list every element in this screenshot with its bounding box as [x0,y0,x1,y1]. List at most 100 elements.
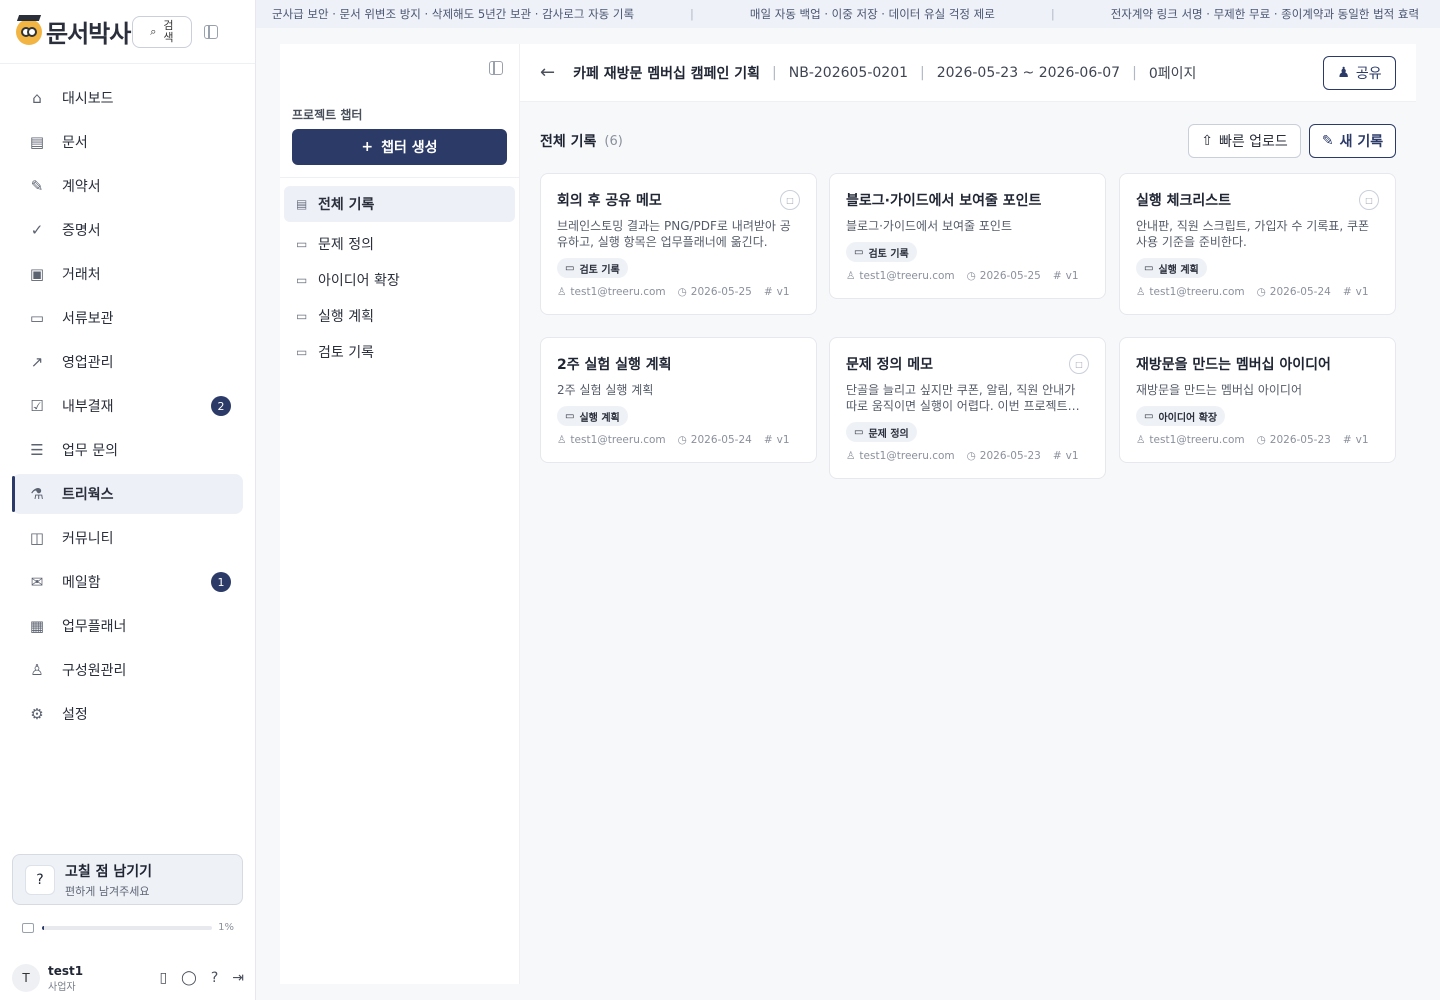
chapter-tag-label: 검토 기록 [579,264,620,276]
pin-icon[interactable]: □ [1069,354,1089,374]
home-icon: ⌂ [32,89,42,107]
chapter-item-label: 실행 계획 [318,309,374,325]
records-title: 전체 기록 [540,134,597,150]
folder-icon: ▭ [565,410,575,422]
pin-icon[interactable]: □ [780,190,800,210]
new-record-button[interactable]: ✎ 새 기록 [1309,124,1396,158]
card-author-email: test1@treeru.com [859,270,955,282]
folder-icon: ▭ [565,262,575,274]
banner-separator: | [1050,7,1055,21]
chapter-list: ▤ 전체 기록 ▭ 문제 정의 ▭ 아이디어 확장 ▭ 실행 계획 ▭ 검토 기록 [284,186,515,370]
support-icon[interactable]: ? [211,970,218,986]
logout-icon[interactable]: ⇥ [232,970,244,986]
sidebar-collapse-icon[interactable] [204,24,219,39]
record-card[interactable]: 블로그·가이드에서 보여줄 포인트 블로그·가이드에서 보여줄 포인트 ▭ 검토 기록… [829,173,1106,299]
storage-bar-fill [42,925,44,930]
chapter-item-3[interactable]: ▭ 실행 계획 [284,298,515,334]
card-description: 브레인스토밍 결과는 PNG/PDF로 내려받아 공유하고, 실행 항목은 업무… [557,219,791,249]
partner-icon: ▣ [29,265,45,283]
record-card[interactable]: 재방문을 만드는 멤버십 아이디어 재방문을 만드는 멤버십 아이디어 ▭ 아이디어 … [1119,337,1396,463]
quick-upload-label: 빠른 업로드 [1218,134,1288,150]
sidebar-item-label: 메일함 [62,575,101,591]
user-icon: ♙ [846,270,856,282]
chapter-tag-label: 실행 계획 [579,412,620,424]
gear-icon: ⚙ [30,705,44,723]
sidebar-item-11[interactable]: ✉ 메일함 1 [12,562,243,602]
notification-badge: 2 [211,396,231,416]
sidebar-item-4[interactable]: ▣ 거래처 [12,254,243,294]
card-description: 재방문을 만드는 멤버십 아이디어 [1136,383,1303,397]
search-label: 검색 [163,18,174,44]
search-button[interactable]: ⌕ 검색 [132,15,193,48]
user-add-icon: ♙ [30,661,44,679]
create-chapter-label: 챕터 생성 [381,140,438,156]
sidebar-item-13[interactable]: ♙ 구성원관리 [12,650,243,690]
divider [280,177,519,178]
owl-logo-icon [16,14,42,45]
sidebar-item-1[interactable]: ▤ 문서 [12,122,243,162]
sidebar-item-label: 서류보관 [62,311,114,327]
record-card[interactable]: 2주 실험 실행 계획 2주 실험 실행 계획 ▭ 실행 계획 ♙ test1@treer… [540,337,817,463]
back-arrow-icon[interactable]: ← [540,62,555,83]
sidebar-item-8[interactable]: ☰ 업무 문의 [12,430,243,470]
share-label: 공유 [1355,65,1382,82]
avatar[interactable]: T [12,964,40,992]
certificate-icon: ✓ [30,221,44,239]
chapter-item-2[interactable]: ▭ 아이디어 확장 [284,262,515,298]
sidebar-item-12[interactable]: ▦ 업무플래너 [12,606,243,646]
card-meta: ♙ test1@treeru.com ◷ 2026-05-25 # v1 [846,270,1089,282]
hash-icon: # [1052,450,1062,462]
sidebar-item-7[interactable]: ☑ 내부결재 2 [12,386,243,426]
sidebar-item-6[interactable]: ↗ 영업관리 [12,342,243,382]
card-title: 재방문을 만드는 멤버십 아이디어 [1136,357,1331,373]
feedback-button[interactable]: ? 고칠 점 남기기 편하게 남겨주세요 [12,854,243,905]
chapter-tag: ▭ 문제 정의 [846,422,917,442]
card-date: ◷ 2026-05-25 [678,286,752,298]
card-author: ♙ test1@treeru.com [1136,434,1245,446]
quick-upload-button[interactable]: ⇧ 빠른 업로드 [1188,124,1301,158]
sidebar-item-9[interactable]: ⚗ 트리웍스 [12,474,243,514]
card-version-value: v1 [1065,270,1079,282]
chapter-item-0[interactable]: ▤ 전체 기록 [284,186,515,222]
message-icon[interactable]: ◯ [181,970,197,986]
storage-icon [22,922,34,933]
record-card[interactable]: 실행 체크리스트 □ 안내판, 직원 스크립트, 가입자 수 기록표, 쿠폰 사용 … [1119,173,1396,315]
chapter-item-4[interactable]: ▭ 검토 기록 [284,334,515,370]
contract-icon: ✎ [30,177,44,195]
record-card[interactable]: 회의 후 공유 메모 □ 브레인스토밍 결과는 PNG/PDF로 내려받아 공유하고… [540,173,817,315]
sidebar-item-14[interactable]: ⚙ 설정 [12,694,243,734]
pin-icon[interactable]: □ [1359,190,1379,210]
sidebar-item-10[interactable]: ◫ 커뮤니티 [12,518,243,558]
share-button[interactable]: ♟ 공유 [1323,55,1396,90]
chapter-item-1[interactable]: ▭ 문제 정의 [284,226,515,262]
sidebar-item-0[interactable]: ⌂ 대시보드 [12,78,243,118]
notes-icon[interactable]: ▯ [159,970,167,986]
sidebar-item-label: 트리웍스 [62,487,114,503]
panel-collapse-icon[interactable] [489,61,503,75]
records-header: 전체 기록 (6) ⇧ 빠른 업로드 ✎ 새 기록 [540,124,1396,158]
sidebar-item-3[interactable]: ✓ 증명서 [12,210,243,250]
create-chapter-button[interactable]: + 챕터 생성 [292,129,507,165]
sidebar-item-5[interactable]: ▭ 서류보관 [12,298,243,338]
card-version: # v1 [1343,286,1369,298]
sidebar-item-2[interactable]: ✎ 계약서 [12,166,243,206]
chapter-section-label: 프로젝트 챕터 [292,108,363,122]
user-icon: ♙ [846,450,856,462]
card-title: 문제 정의 메모 [846,357,934,373]
sidebar-item-label: 업무 문의 [62,443,118,459]
sidebar-item-label: 대시보드 [62,91,114,107]
card-title-row: 회의 후 공유 메모 □ [557,190,800,210]
project-title: 카페 재방문 멤버십 캠페인 기획 [573,65,761,82]
card-author: ♙ test1@treeru.com [846,450,955,462]
card-version-value: v1 [1065,450,1079,462]
card-title: 실행 체크리스트 [1136,193,1232,209]
new-record-label: 새 기록 [1339,134,1384,150]
notice-banner: 군사급 보안 · 문서 위변조 방지 · 삭제해도 5년간 보관 · 감사로그 … [256,0,1440,28]
user-name: test1 [48,963,84,978]
clock-icon: ◷ [1256,434,1266,446]
card-meta: ♙ test1@treeru.com ◷ 2026-05-23 # v1 [846,450,1089,462]
chapter-tag: ▭ 실행 계획 [557,406,628,426]
users-icon: ♟ [1337,64,1350,81]
chat-icon: ◫ [29,529,45,547]
record-card[interactable]: 문제 정의 메모 □ 단골을 늘리고 싶지만 쿠폰, 알림, 직원 안내가 따로 움… [829,337,1106,479]
